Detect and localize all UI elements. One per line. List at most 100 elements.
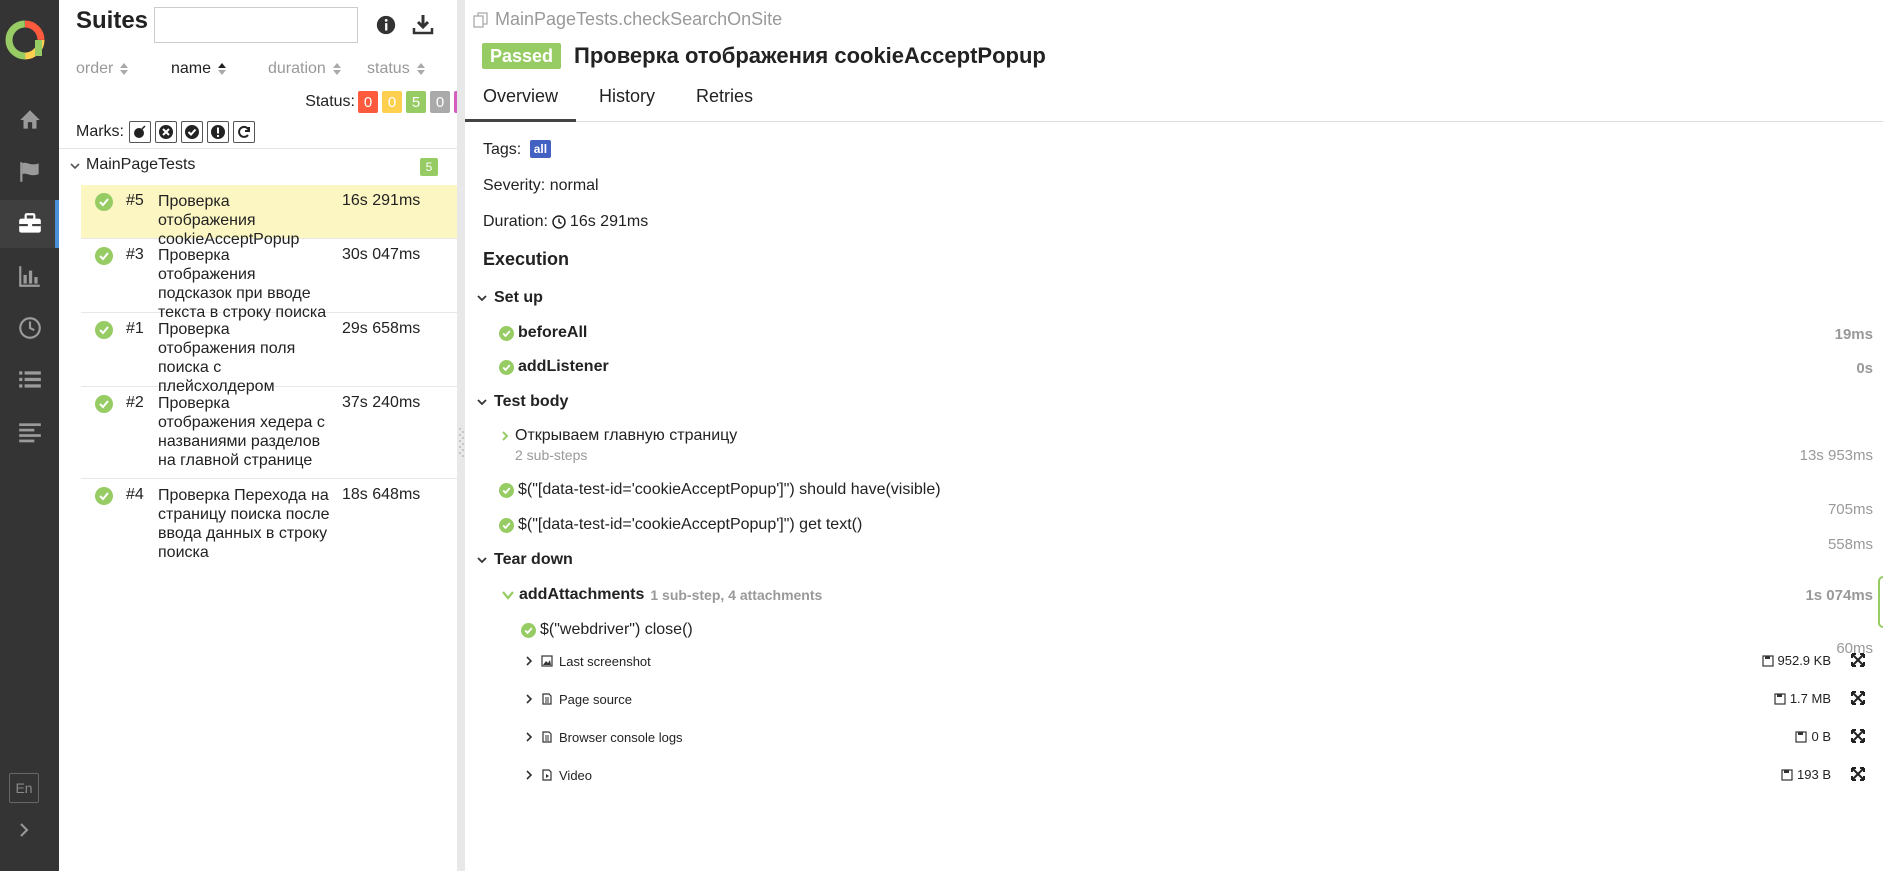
- step-name: $("webdriver") close(): [540, 621, 693, 638]
- main-nav: En: [0, 0, 59, 871]
- test-name: Проверка отображения подсказок при вводе…: [158, 247, 327, 321]
- allure-logo[interactable]: [5, 20, 45, 60]
- status-broken-badge[interactable]: 0: [382, 91, 402, 113]
- chevron-right-icon: [526, 694, 533, 704]
- test-duration: 37s 240ms: [342, 394, 421, 411]
- attachment-row[interactable]: Last screenshot 952.9 KB: [523, 650, 1865, 672]
- check-circle-icon: [185, 125, 199, 139]
- chevron-down-icon[interactable]: [476, 396, 488, 408]
- marks-label: Marks:: [76, 123, 124, 140]
- save-icon: [1795, 730, 1808, 743]
- test-row[interactable]: #2 Проверка отображения хедера с названи…: [81, 387, 457, 479]
- chevron-down-icon[interactable]: [476, 292, 488, 304]
- test-row[interactable]: #3 Проверка отображения подсказок при вв…: [81, 239, 457, 321]
- attachment-row[interactable]: Page source 1.7 MB: [523, 688, 1865, 710]
- mark-newpassed-button[interactable]: [181, 121, 203, 143]
- search-input[interactable]: [154, 7, 358, 43]
- test-body-section[interactable]: Test body: [494, 393, 568, 411]
- check-circle-icon: [521, 622, 536, 638]
- image-icon: [541, 655, 553, 667]
- nav-timeline[interactable]: [0, 304, 59, 352]
- duration-label: Duration:: [483, 213, 548, 230]
- nav-home[interactable]: [0, 96, 59, 144]
- expand-icon[interactable]: [1851, 729, 1865, 743]
- sort-status[interactable]: status: [367, 60, 426, 78]
- pane-splitter[interactable]: [457, 0, 465, 871]
- tab-overview[interactable]: Overview: [465, 86, 577, 122]
- breadcrumb[interactable]: MainPageTests.checkSearchOnSite: [473, 9, 782, 30]
- sort-status-label: status: [367, 60, 410, 77]
- test-row[interactable]: #5 Проверка отображения cookieAcceptPopu…: [81, 185, 457, 248]
- duration-row: Duration: 16s 291ms: [483, 213, 648, 231]
- sort-duration[interactable]: duration: [268, 60, 342, 78]
- step-name: $("[data-test-id='cookieAcceptPopup']") …: [518, 516, 863, 533]
- attachment-size: 952.9 KB: [1761, 653, 1831, 668]
- expand-icon[interactable]: [1851, 767, 1865, 781]
- suite-group-count: 5: [420, 158, 438, 176]
- mark-newbroken-button[interactable]: [207, 121, 229, 143]
- language-switch[interactable]: En: [9, 773, 39, 803]
- status-label: Status:: [305, 93, 355, 110]
- step-name: Открываем главную страницу: [515, 427, 738, 444]
- info-icon[interactable]: [375, 14, 397, 36]
- attachment-row[interactable]: Video 193 B: [523, 764, 1865, 786]
- step-duration: 705ms: [1827, 501, 1873, 518]
- side-handle[interactable]: [1878, 576, 1883, 628]
- list-icon: [18, 371, 41, 388]
- nav-categories[interactable]: [0, 148, 59, 196]
- tab-history[interactable]: History: [581, 86, 673, 122]
- test-number: #3: [126, 246, 144, 263]
- step-add-listener[interactable]: addListener: [499, 358, 609, 376]
- chevron-right-icon: [526, 656, 533, 666]
- tag-badge[interactable]: all: [529, 140, 552, 158]
- attachment-size: 1.7 MB: [1774, 691, 1831, 706]
- attachment-row[interactable]: Browser console logs 0 B: [523, 726, 1865, 748]
- status-skipped-badge[interactable]: 0: [430, 91, 450, 113]
- download-icon[interactable]: [411, 12, 435, 36]
- suite-group[interactable]: MainPageTests 5: [59, 152, 457, 182]
- teardown-section[interactable]: Tear down: [494, 551, 573, 569]
- nav-behaviors[interactable]: [0, 356, 59, 404]
- chevron-right-icon: [526, 732, 533, 742]
- mark-flaky-button[interactable]: [129, 121, 151, 143]
- refresh-icon: [238, 125, 250, 138]
- step-name: addListener: [518, 358, 609, 375]
- copy-icon[interactable]: [473, 11, 489, 28]
- chevron-down-icon[interactable]: [476, 554, 488, 566]
- chevron-right-icon[interactable]: [12, 818, 36, 842]
- setup-section[interactable]: Set up: [494, 289, 543, 307]
- nav-suites[interactable]: [0, 200, 59, 248]
- step-add-attachments[interactable]: addAttachments 1 sub-step, 4 attachments: [501, 586, 822, 604]
- expand-icon[interactable]: [1851, 653, 1865, 667]
- nav-packages[interactable]: [0, 408, 59, 456]
- save-icon: [1774, 692, 1786, 705]
- status-failed-badge[interactable]: 0: [358, 91, 378, 113]
- step-get-text[interactable]: $("[data-test-id='cookieAcceptPopup']") …: [499, 516, 862, 534]
- step-should-have-visible[interactable]: $("[data-test-id='cookieAcceptPopup']") …: [499, 481, 941, 499]
- bomb-icon: [134, 125, 146, 138]
- sort-name[interactable]: name: [171, 60, 227, 78]
- status-passed-badge[interactable]: 5: [406, 91, 426, 113]
- test-result-panel: MainPageTests.checkSearchOnSite Passed П…: [465, 0, 1883, 871]
- nav-graphs[interactable]: [0, 252, 59, 300]
- test-row[interactable]: #4 Проверка Перехода на страницу поиска …: [81, 479, 457, 571]
- step-webdriver-close[interactable]: $("webdriver") close(): [521, 621, 693, 639]
- suite-group-name: MainPageTests: [86, 156, 196, 173]
- step-before-all[interactable]: beforeAll: [499, 324, 587, 342]
- divider: [59, 148, 457, 149]
- sort-arrows-icon: [416, 63, 425, 75]
- mark-retries-button[interactable]: [233, 121, 255, 143]
- tags-label: Tags:: [483, 141, 522, 158]
- step-open-main-page[interactable]: Открываем главную страницу: [499, 427, 737, 445]
- chevron-right-icon: [526, 770, 533, 780]
- tab-retries[interactable]: Retries: [678, 86, 771, 122]
- exclamation-circle-icon: [211, 125, 225, 139]
- test-row[interactable]: #1 Проверка отображения поля поиска с пл…: [81, 313, 457, 395]
- flag-icon: [19, 162, 39, 182]
- sort-order[interactable]: order: [76, 60, 129, 78]
- step-name: beforeAll: [518, 324, 588, 341]
- expand-icon[interactable]: [1851, 691, 1865, 705]
- step-duration: 0s: [1856, 360, 1873, 377]
- file-icon: [542, 693, 552, 705]
- mark-newfailed-button[interactable]: [155, 121, 177, 143]
